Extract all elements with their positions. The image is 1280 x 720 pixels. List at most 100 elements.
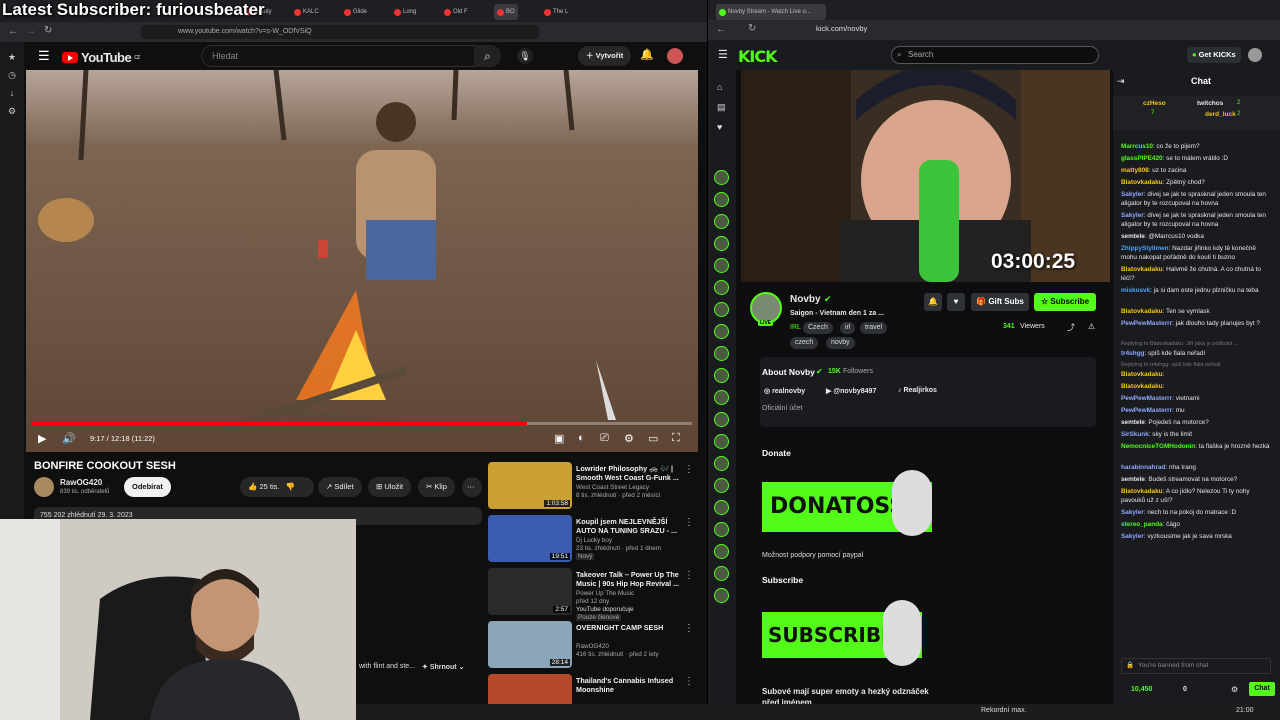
chat-username[interactable]: harabinnahrad	[1121, 464, 1165, 471]
save-button[interactable]: ⊞ Uložit	[368, 477, 412, 497]
youtube-link[interactable]: ▶ @novby8497	[826, 387, 876, 395]
followed-channel-avatar[interactable]	[714, 324, 729, 339]
home-icon[interactable]: ⌂	[717, 82, 722, 92]
recommended-video[interactable]: 19:51 Koupil jsem NEJLEVNĚJŠÍ AUTO NA TUN…	[488, 515, 698, 567]
subscribe-button[interactable]: ☆ Subscribe	[1034, 293, 1096, 311]
followed-channel-avatar[interactable]	[714, 500, 729, 515]
video-channel[interactable]: West Coast Street Legacy	[576, 484, 649, 491]
chat-username[interactable]: Blatovkadaku	[1121, 308, 1163, 315]
video-title[interactable]: Takeover Talk – Power Up The Music | 90s…	[576, 570, 688, 588]
video-thumbnail[interactable]: 19:51	[488, 515, 572, 562]
download-icon[interactable]: ↓	[7, 88, 17, 98]
followed-channel-avatar[interactable]	[714, 368, 729, 383]
video-thumbnail[interactable]: 28:14	[488, 621, 572, 668]
chat-username[interactable]: Sakyler	[1121, 533, 1144, 540]
followed-channel-avatar[interactable]	[714, 412, 729, 427]
video-channel[interactable]: RawOG420	[576, 643, 609, 650]
tag-czech[interactable]: Czech	[803, 322, 833, 334]
bookmark-icon[interactable]: ★	[7, 52, 17, 62]
chat-username[interactable]: Blatovkadaku	[1121, 266, 1163, 273]
url-field[interactable]: kick.com/novby	[816, 24, 867, 33]
video-channel[interactable]: Dj Lucky boy	[576, 537, 612, 544]
tab-kick[interactable]: Novby Stream - Watch Live o...	[716, 4, 826, 20]
followed-channel-avatar[interactable]	[714, 456, 729, 471]
subtitles-icon[interactable]: ▣	[554, 432, 564, 445]
chat-username[interactable]: semtele	[1121, 419, 1145, 426]
followed-channel-avatar[interactable]	[714, 544, 729, 559]
channel-avatar[interactable]	[34, 477, 54, 497]
browse-icon[interactable]: ▤	[717, 102, 726, 113]
chat-username[interactable]: semtele	[1121, 233, 1145, 240]
chat-input[interactable]: 🔒 You're banned from chat	[1121, 658, 1271, 674]
chat-username[interactable]: ZhippyStyllmen	[1121, 245, 1169, 252]
mic-icon[interactable]: 🎙	[517, 48, 533, 64]
settings-gear-icon[interactable]: ⚙	[624, 432, 634, 445]
followed-channel-avatar[interactable]	[714, 346, 729, 361]
tag-novby[interactable]: novby	[826, 337, 855, 349]
followed-channel-avatar[interactable]	[714, 566, 729, 581]
browser-tab[interactable]: Old F	[444, 4, 468, 20]
chat-username[interactable]: semtele	[1121, 476, 1145, 483]
chat-settings-icon[interactable]: ⚙	[1231, 685, 1238, 694]
dislike-icon[interactable]: 👎	[286, 482, 295, 491]
chat-username[interactable]: Blatovkadaku	[1121, 488, 1163, 495]
more-options-icon[interactable]: ⋮	[684, 570, 694, 581]
chat-username[interactable]: glassPIPE420	[1121, 155, 1163, 162]
progress-bar[interactable]	[32, 422, 692, 425]
followed-channel-avatar[interactable]	[714, 302, 729, 317]
notification-bell-icon[interactable]: 🔔	[924, 293, 942, 311]
chat-username[interactable]: Marrcus10	[1121, 143, 1153, 150]
collapse-chat-icon[interactable]: ⇥	[1117, 76, 1125, 87]
gift-subs-button[interactable]: 🎁 Gift Subs	[971, 293, 1029, 311]
instagram-link[interactable]: ◎ realnovby	[764, 387, 805, 395]
like-icon[interactable]: 👍	[248, 482, 257, 491]
play-icon[interactable]: ▶	[38, 432, 46, 445]
chat-username[interactable]: Blatovkadaku	[1121, 383, 1163, 390]
chat-username[interactable]: matty808	[1121, 167, 1149, 174]
browser-tab[interactable]: The L	[544, 4, 568, 20]
tiktok-link[interactable]: ♪ Realjirkos	[898, 387, 937, 394]
collapse-button[interactable]: ✦ Shrnout ⌄	[422, 663, 464, 671]
followed-channel-avatar[interactable]	[714, 214, 729, 229]
followed-channel-avatar[interactable]	[714, 236, 729, 251]
leader-1[interactable]: czHeso	[1143, 100, 1166, 107]
chat-username[interactable]: PewPewMasterrr	[1121, 407, 1172, 414]
followed-channel-avatar[interactable]	[714, 390, 729, 405]
send-chat-button[interactable]: Chat	[1249, 682, 1275, 696]
settings-icon[interactable]: ⚙	[7, 106, 17, 116]
menu-icon[interactable]: ☰	[38, 48, 50, 64]
followed-channel-avatar[interactable]	[714, 588, 729, 603]
browser-tab[interactable]: BO	[494, 4, 518, 20]
reload-icon[interactable]: ↻	[748, 23, 756, 34]
chat-username[interactable]: Blatovkadaku	[1121, 179, 1163, 186]
video-channel[interactable]: Power Up The Music	[576, 590, 634, 597]
history-icon[interactable]: ◷	[7, 70, 17, 80]
tag-czech-lower[interactable]: czech	[790, 337, 819, 349]
share-button[interactable]: ↗ Sdílet	[318, 477, 362, 497]
browser-tab[interactable]: KALC	[294, 4, 319, 20]
browser-tab[interactable]: Long	[394, 4, 416, 20]
reload-icon[interactable]: ↻	[44, 25, 52, 36]
followed-channel-avatar[interactable]	[714, 280, 729, 295]
more-options-icon[interactable]: ⋮	[684, 464, 694, 475]
tag-irl[interactable]: irl	[840, 322, 856, 334]
search-input[interactable]: ⌕ Search	[891, 46, 1099, 64]
chat-username[interactable]: NemocniceTGMHodonin	[1121, 443, 1195, 450]
followed-channel-avatar[interactable]	[714, 434, 729, 449]
account-avatar[interactable]	[667, 48, 683, 64]
video-title[interactable]: Lowrider Philosophy 🚓 🎶 | Smooth West Co…	[576, 464, 688, 482]
recommended-video[interactable]: 28:14 OVERNIGHT CAMP SESH RawOG420 416 tis.…	[488, 621, 698, 673]
leader-2[interactable]: twitchos	[1197, 100, 1223, 107]
following-icon[interactable]: ♥	[717, 122, 722, 132]
chat-username[interactable]: miskosvk	[1121, 287, 1150, 294]
followed-channel-avatar[interactable]	[714, 522, 729, 537]
more-actions-button[interactable]: ⋯	[462, 477, 482, 497]
fullscreen-icon[interactable]: ⛶	[672, 432, 680, 445]
followed-channel-avatar[interactable]	[714, 258, 729, 273]
user-avatar[interactable]	[1248, 48, 1262, 62]
chat-username[interactable]: Sakyler	[1121, 191, 1144, 198]
autoplay-toggle[interactable]: ◐	[578, 432, 585, 444]
create-button[interactable]: ＋ Vytvořit	[578, 46, 632, 66]
channel-name[interactable]: RawOG420	[60, 478, 102, 487]
tag-travel[interactable]: travel	[860, 322, 888, 334]
